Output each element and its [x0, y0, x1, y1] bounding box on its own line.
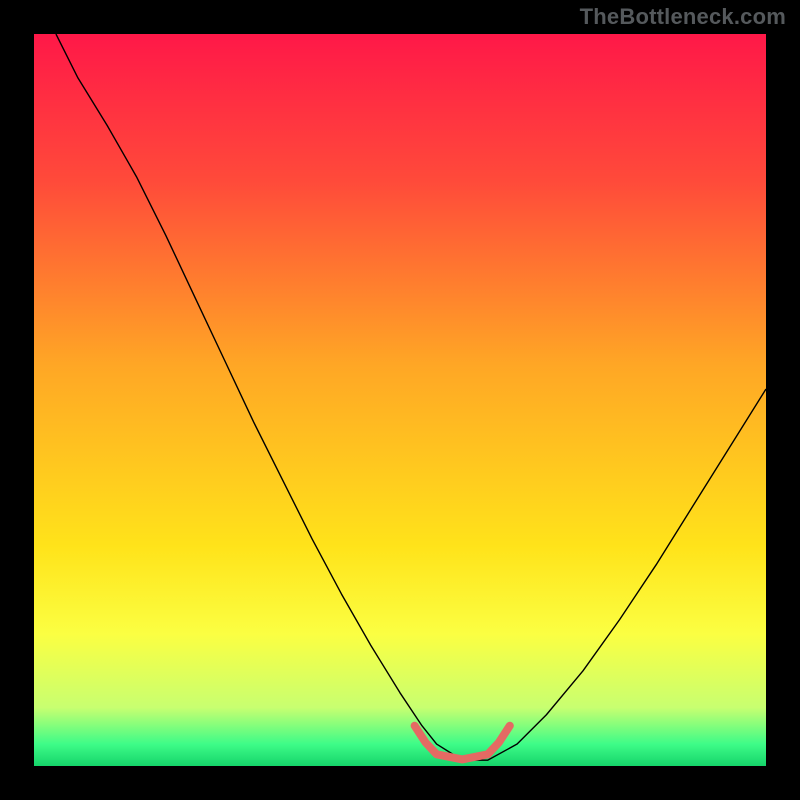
watermark-text: TheBottleneck.com — [580, 4, 786, 30]
chart-frame: TheBottleneck.com — [0, 0, 800, 800]
plot-background — [34, 34, 766, 766]
bottleneck-chart — [34, 34, 766, 766]
